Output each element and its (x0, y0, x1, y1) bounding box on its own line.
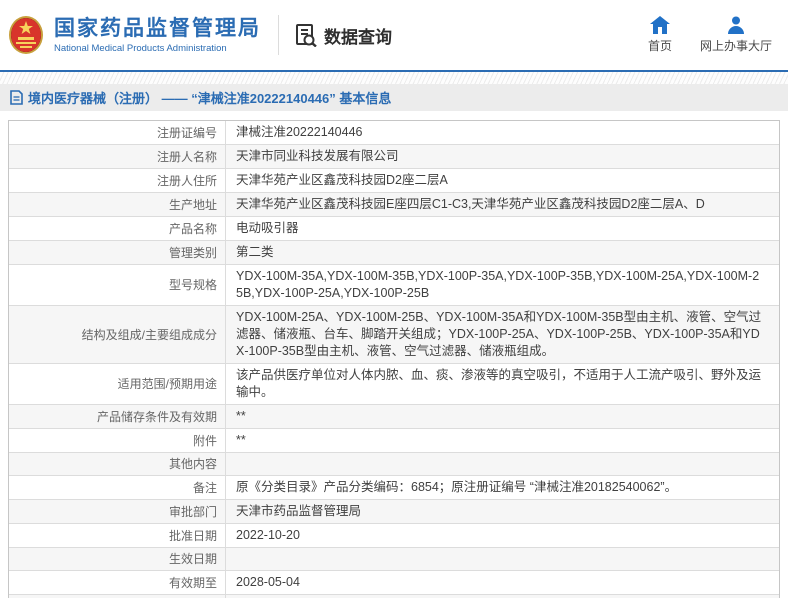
row-label: 审批部门 (9, 500, 226, 523)
row-label: 生产地址 (9, 193, 226, 216)
page: 国家药品监督管理局 National Medical Products Admi… (0, 0, 788, 598)
table-row: 型号规格 YDX-100M-35A,YDX-100M-35B,YDX-100P-… (9, 264, 779, 305)
header-nav: 首页 网上办事大厅 (648, 16, 772, 54)
org-name-en: National Medical Products Administration (54, 43, 261, 55)
row-value: ** (226, 405, 779, 428)
table-row: 其他内容 (9, 452, 779, 475)
nav-label: 首页 (648, 37, 672, 54)
row-label: 产品储存条件及有效期 (9, 405, 226, 428)
row-label: 批准日期 (9, 524, 226, 547)
data-query-section[interactable]: 数据查询 (294, 23, 392, 48)
nav-label: 网上办事大厅 (700, 37, 772, 54)
table-row: 附件 ** (9, 428, 779, 452)
texture-strip (0, 72, 788, 84)
row-value: 天津市同业科技发展有限公司 (226, 145, 779, 168)
page-title: 境内医疗器械（注册） —— “津械注准20222140446” 基本信息 (28, 88, 391, 107)
row-label: 备注 (9, 476, 226, 499)
site-header: 国家药品监督管理局 National Medical Products Admi… (0, 0, 788, 70)
org-names: 国家药品监督管理局 National Medical Products Admi… (54, 16, 261, 55)
row-value: 电动吸引器 (226, 217, 779, 240)
row-value: 该产品供医疗单位对人体内脓、血、痰、渗液等的真空吸引，不适用于人工流产吸引、野外… (226, 364, 779, 404)
nmpa-logo[interactable]: 国家药品监督管理局 National Medical Products Admi… (0, 15, 261, 55)
home-icon (650, 16, 670, 34)
row-value (226, 548, 779, 570)
row-value: YDX-100M-35A,YDX-100M-35B,YDX-100P-35A,Y… (226, 265, 779, 305)
row-value: 津械注准20222140446 (226, 121, 779, 144)
row-value: 第二类 (226, 241, 779, 264)
national-emblem-icon (8, 15, 44, 55)
page-title-bar: 境内医疗器械（注册） —— “津械注准20222140446” 基本信息 (0, 84, 788, 111)
row-label: 生效日期 (9, 548, 226, 570)
org-name-zh: 国家药品监督管理局 (54, 16, 261, 42)
row-value: 天津华苑产业区鑫茂科技园E座四层C1-C3,天津华苑产业区鑫茂科技园D2座二层A… (226, 193, 779, 216)
row-value: 天津市药品监督管理局 (226, 500, 779, 523)
user-icon (727, 16, 745, 34)
row-label: 结构及组成/主要组成成分 (9, 306, 226, 363)
table-row: 备注 原《分类目录》产品分类编码：6854；原注册证编号 “津械注准201825… (9, 475, 779, 499)
header-divider (278, 15, 279, 55)
document-search-icon (294, 23, 318, 47)
table-row: 批准日期 2022-10-20 (9, 523, 779, 547)
row-value: 原《分类目录》产品分类编码：6854；原注册证编号 “津械注准201825400… (226, 476, 779, 499)
row-label: 适用范围/预期用途 (9, 364, 226, 404)
row-label: 管理类别 (9, 241, 226, 264)
row-label: 其他内容 (9, 453, 226, 475)
document-icon (10, 90, 23, 105)
data-query-label: 数据查询 (324, 23, 392, 48)
table-row: 结构及组成/主要组成成分 YDX-100M-25A、YDX-100M-25B、Y… (9, 305, 779, 363)
row-value: 天津华苑产业区鑫茂科技园D2座二层A (226, 169, 779, 192)
row-value (226, 453, 779, 475)
table-row: 变更情况 (9, 594, 779, 598)
registration-info-table: 注册证编号 津械注准20222140446 注册人名称 天津市同业科技发展有限公… (8, 120, 780, 598)
table-row: 产品名称 电动吸引器 (9, 216, 779, 240)
row-label: 注册人名称 (9, 145, 226, 168)
table-row: 注册证编号 津械注准20222140446 (9, 121, 779, 144)
table-row: 注册人住所 天津华苑产业区鑫茂科技园D2座二层A (9, 168, 779, 192)
nav-item-service-hall[interactable]: 网上办事大厅 (700, 16, 772, 54)
row-label: 有效期至 (9, 571, 226, 594)
table-row: 适用范围/预期用途 该产品供医疗单位对人体内脓、血、痰、渗液等的真空吸引，不适用… (9, 363, 779, 404)
table-row: 生产地址 天津华苑产业区鑫茂科技园E座四层C1-C3,天津华苑产业区鑫茂科技园D… (9, 192, 779, 216)
table-row: 生效日期 (9, 547, 779, 570)
row-label: 注册证编号 (9, 121, 226, 144)
table-row: 产品储存条件及有效期 ** (9, 404, 779, 428)
row-label: 产品名称 (9, 217, 226, 240)
row-label: 注册人住所 (9, 169, 226, 192)
table-row: 审批部门 天津市药品监督管理局 (9, 499, 779, 523)
table-row: 注册人名称 天津市同业科技发展有限公司 (9, 144, 779, 168)
row-value: 2028-05-04 (226, 571, 779, 594)
table-row: 管理类别 第二类 (9, 240, 779, 264)
row-value: YDX-100M-25A、YDX-100M-25B、YDX-100M-35A和Y… (226, 306, 779, 363)
row-label: 附件 (9, 429, 226, 452)
nav-item-home[interactable]: 首页 (648, 16, 672, 54)
row-value: ** (226, 429, 779, 452)
row-label: 型号规格 (9, 265, 226, 305)
row-value: 2022-10-20 (226, 524, 779, 547)
table-row: 有效期至 2028-05-04 (9, 570, 779, 594)
